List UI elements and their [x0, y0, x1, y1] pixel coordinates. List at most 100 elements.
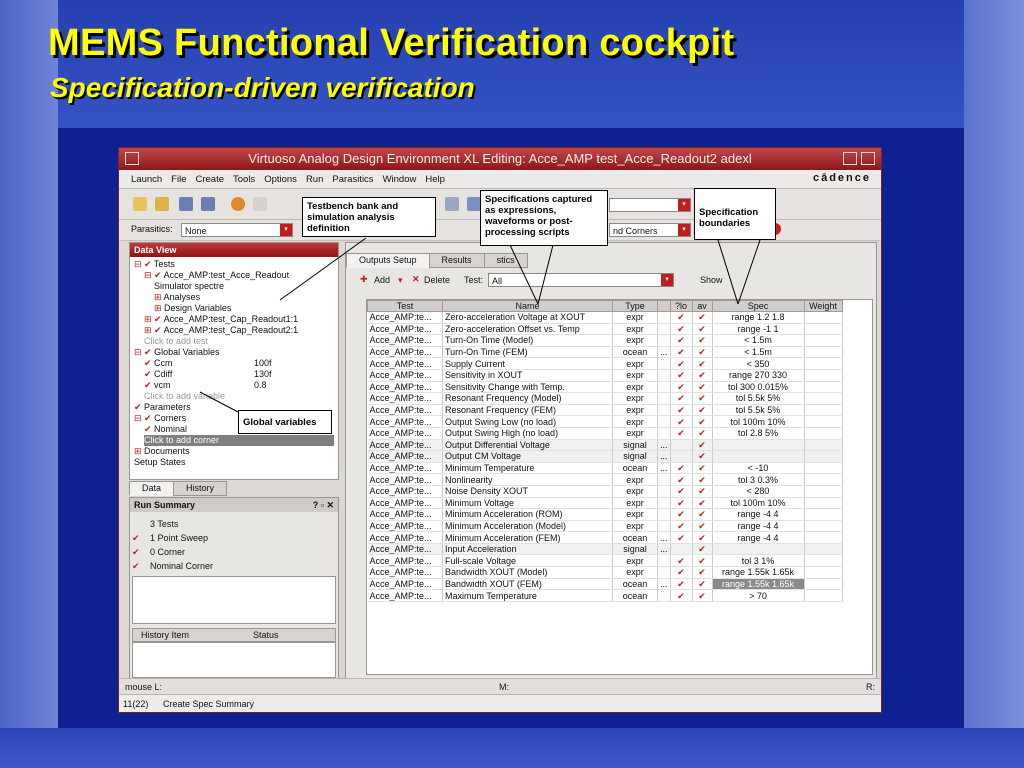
thermometer-icon[interactable]	[253, 197, 267, 211]
table-cell[interactable]: expr	[612, 311, 658, 324]
weight-cell[interactable]	[804, 334, 843, 347]
check-cell[interactable]: ✔	[692, 450, 713, 463]
delete-icon[interactable]: ✕	[412, 274, 420, 285]
check-cell[interactable]: ✔	[670, 566, 693, 579]
table-cell[interactable]: Acce_AMP:te...	[367, 346, 443, 359]
simulator-icon[interactable]	[231, 197, 245, 211]
check-cell[interactable]: ✔	[692, 520, 713, 533]
table-cell[interactable]: ocean	[612, 578, 658, 591]
table-cell[interactable]: Turn-On Time (FEM)	[442, 346, 613, 359]
weight-cell[interactable]	[804, 427, 843, 440]
table-cell[interactable]: Noise Density XOUT	[442, 485, 613, 498]
table-cell[interactable]: range -1 1	[712, 323, 805, 336]
table-cell[interactable]: expr	[612, 508, 658, 521]
check-cell[interactable]: ✔	[670, 554, 693, 568]
tree-check-icon[interactable]: ✔	[134, 402, 144, 412]
weight-cell[interactable]	[804, 346, 843, 359]
check-cell[interactable]: ✔	[692, 462, 713, 475]
table-cell[interactable]: signal	[612, 439, 658, 452]
tab-data[interactable]: Data	[129, 481, 175, 496]
check-cell[interactable]: ✔	[670, 508, 693, 521]
check-cell[interactable]: ✔	[692, 323, 713, 336]
table-row[interactable]: Acce_AMP:te... Full-scale Voltage expr ✔ ✔ to…	[367, 554, 843, 568]
table-cell[interactable]	[657, 404, 671, 417]
table-cell[interactable]	[657, 566, 671, 579]
table-cell[interactable]: Acce_AMP:te...	[367, 392, 443, 405]
table-row[interactable]: Acce_AMP:te... Output CM Voltage signal...…	[367, 450, 843, 463]
table-cell[interactable]: Minimum Acceleration (ROM)	[442, 508, 613, 521]
variable-value[interactable]: 0.8	[254, 380, 267, 391]
check-cell[interactable]: ✔	[670, 485, 693, 498]
column-header[interactable]: av	[691, 300, 713, 312]
table-cell[interactable]: Acce_AMP:te...	[367, 415, 443, 428]
table-cell[interactable]: Acce_AMP:te...	[367, 381, 443, 394]
weight-cell[interactable]	[804, 381, 843, 394]
delete-button[interactable]: Delete	[424, 275, 450, 285]
weight-cell[interactable]	[804, 404, 843, 417]
check-cell[interactable]: ✔	[670, 531, 693, 544]
table-cell[interactable]: tol 300 0.015%	[712, 381, 805, 394]
check-cell[interactable]: ✔	[692, 508, 713, 521]
table-row[interactable]: Acce_AMP:te... Nonlinearity expr ✔ ✔ tol 3 0.…	[367, 473, 843, 486]
check-cell[interactable]: ✔	[692, 415, 713, 428]
tree-check-icon[interactable]: ⊞	[134, 446, 144, 456]
table-row[interactable]: Acce_AMP:te... Minimum Voltage expr ✔ ✔ tol 1…	[367, 497, 843, 510]
weight-cell[interactable]	[804, 578, 843, 591]
menu-item-parasitics[interactable]: Parasitics	[332, 174, 373, 185]
tab-stics[interactable]: stics	[483, 253, 528, 268]
table-cell[interactable]: > 70	[712, 589, 805, 602]
column-header[interactable]: ?lo	[669, 300, 693, 312]
menu-item-file[interactable]: File	[171, 174, 186, 185]
table-cell[interactable]: Output Swing Low (no load)	[442, 415, 613, 428]
table-cell[interactable]: Turn-On Time (Model)	[442, 334, 613, 347]
weight-cell[interactable]	[804, 508, 843, 521]
table-cell[interactable]: signal	[612, 450, 658, 463]
table-cell[interactable]: Acce_AMP:te...	[367, 439, 443, 452]
tree-check-icon[interactable]: ✔	[144, 380, 154, 390]
window-menu-button[interactable]	[125, 152, 139, 165]
table-cell[interactable]: range -4 4	[712, 531, 805, 544]
check-cell[interactable]: ✔	[692, 427, 713, 440]
table-cell[interactable]: Acce_AMP:te...	[367, 497, 443, 510]
table-cell[interactable]: ocean	[612, 346, 658, 359]
menu-item-create[interactable]: Create	[195, 174, 224, 185]
add-button[interactable]: Add	[374, 275, 390, 285]
tree-item[interactable]: ✔ Ccm 100f	[144, 358, 272, 369]
new-icon[interactable]	[133, 197, 147, 211]
check-cell[interactable]: ✔	[692, 334, 713, 347]
table-cell[interactable]: Bandwidth XOUT (FEM)	[442, 578, 613, 591]
column-header[interactable]	[657, 300, 671, 312]
check-cell[interactable]: ✔	[692, 369, 713, 382]
parasitics-select[interactable]: None ▾	[181, 223, 293, 237]
table-cell[interactable]	[657, 473, 671, 486]
table-cell[interactable]: Zero-acceleration Voltage at XOUT	[442, 311, 613, 324]
table-cell[interactable]: expr	[612, 554, 658, 568]
tree-item[interactable]: ⊞ Design Variables	[154, 303, 231, 314]
table-cell[interactable]: Acce_AMP:te...	[367, 323, 443, 336]
table-cell[interactable]: < 1.5m	[712, 334, 805, 347]
table-cell[interactable]: Acce_AMP:te...	[367, 520, 443, 533]
tree-check-icon[interactable]: ⊟ ✔	[134, 413, 154, 423]
check-cell[interactable]: ✔	[670, 392, 693, 405]
table-row[interactable]: Acce_AMP:te... Resonant Frequency (FEM) ex…	[367, 404, 843, 417]
table-cell[interactable]	[657, 508, 671, 521]
show-button[interactable]: Show	[700, 275, 723, 285]
tree-item[interactable]: ⊞ Documents	[134, 446, 190, 457]
table-cell[interactable]: Full-scale Voltage	[442, 554, 613, 568]
table-cell[interactable]: Input Acceleration	[442, 543, 613, 556]
dropdown-icon[interactable]: ▾	[398, 275, 403, 286]
check-cell[interactable]: ✔	[670, 381, 693, 394]
table-cell[interactable]: Output Differential Voltage	[442, 439, 613, 452]
table-cell[interactable]: Acce_AMP:te...	[367, 578, 443, 591]
table-cell[interactable]	[712, 543, 805, 556]
panel-controls-icon[interactable]: ? ▫ ✕	[313, 498, 334, 512]
table-cell[interactable]: expr	[612, 404, 658, 417]
column-header[interactable]: Type	[612, 300, 658, 312]
tree-check-icon[interactable]: ⊞ ✔	[144, 325, 164, 335]
table-cell[interactable]: Acce_AMP:te...	[367, 566, 443, 579]
table-cell[interactable]: Bandwidth XOUT (Model)	[442, 566, 613, 579]
table-cell[interactable]: expr	[612, 334, 658, 347]
table-cell[interactable]: expr	[612, 566, 658, 579]
table-cell[interactable]: Supply Current	[442, 357, 613, 370]
table-cell[interactable]: range -4 4	[712, 520, 805, 533]
